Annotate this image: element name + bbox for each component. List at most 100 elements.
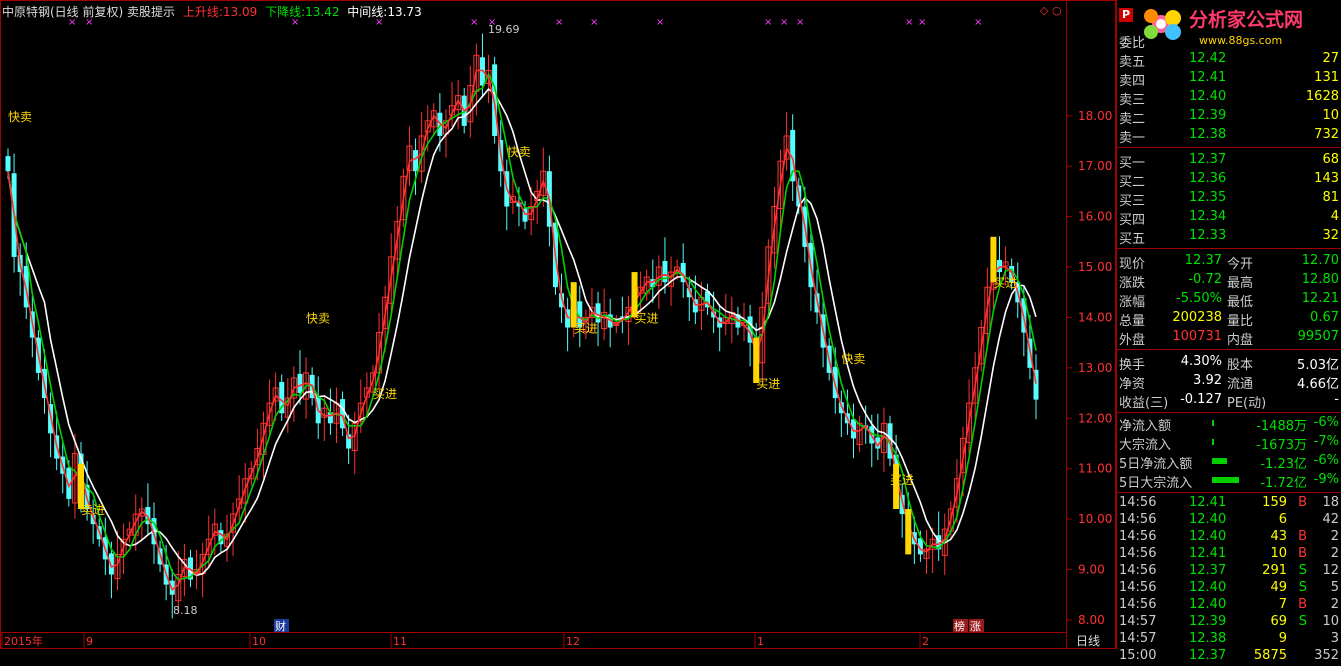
candle-body: [413, 150, 419, 172]
svg-text:分析家公式网: 分析家公式网: [1189, 8, 1303, 31]
flow-bar: [1212, 439, 1214, 445]
signal-label: 快卖: [507, 145, 531, 159]
tick-side: S: [1298, 614, 1307, 629]
quote-label: 外盘: [1119, 333, 1146, 348]
flow-row: 大宗流入 -1673万 -7%: [1117, 433, 1341, 453]
marker-bang: 榜: [954, 619, 965, 633]
ask-price: 12.41: [1189, 70, 1227, 85]
fund-value: 5.03亿: [1297, 358, 1339, 373]
marker-zhang: 涨: [970, 620, 981, 633]
flow-bar: [1212, 420, 1214, 426]
signal-label: 买进: [574, 322, 598, 336]
x-marker: ×: [796, 17, 804, 28]
signal-label: 快卖: [8, 110, 32, 124]
quote-label: 内盘: [1227, 333, 1254, 348]
down-line-label: 下降线:: [265, 5, 306, 19]
tick-count: 10: [1322, 614, 1339, 629]
marker-cai: 财: [275, 619, 286, 633]
ask-label: 卖一: [1119, 131, 1146, 146]
tick-volume: 159: [1262, 495, 1287, 510]
quote-label: 最高: [1227, 276, 1254, 291]
panel-divider: [1117, 147, 1341, 148]
x-marker: ×: [470, 17, 478, 28]
ask-volume: 27: [1322, 51, 1339, 66]
fund-label: 收益(三): [1119, 396, 1169, 411]
quote-label: 现价: [1119, 257, 1146, 272]
x-marker: ×: [780, 17, 788, 28]
panel-divider: [1117, 248, 1341, 249]
x-marker: ×: [656, 17, 664, 28]
tick-count: 12: [1322, 563, 1339, 578]
flow-bar: [1212, 458, 1227, 464]
bid-row: 买三 12.35 81: [1117, 189, 1341, 209]
tick-price: 12.40: [1189, 597, 1227, 612]
fund-value: -0.127: [1180, 392, 1222, 407]
candle-body: [297, 373, 303, 394]
ask-price: 12.42: [1189, 51, 1227, 66]
quote-value: 12.37: [1184, 253, 1222, 268]
weibi-row: 委比: [1117, 31, 1341, 51]
tick-volume: 10: [1270, 546, 1287, 561]
quote-row: 外盘 100731 内盘 99507: [1117, 328, 1341, 348]
bid-label: 买三: [1119, 194, 1146, 209]
x-marker: ×: [555, 17, 563, 28]
bid-price: 12.35: [1189, 190, 1227, 205]
signal-label: 快卖: [841, 352, 865, 366]
flow-percent: -6%: [1313, 415, 1339, 430]
flow-label: 5日大宗流入: [1119, 476, 1193, 491]
tick-volume: 49: [1270, 580, 1287, 595]
bid-label: 买五: [1119, 232, 1146, 247]
quote-value: 12.21: [1301, 291, 1339, 306]
circle-icon: ○: [1052, 4, 1062, 17]
y-tick-label: 13.00: [1078, 361, 1112, 375]
tick-side: S: [1298, 580, 1307, 595]
tick-time: 14:56: [1119, 546, 1157, 561]
tick-volume: 291: [1262, 563, 1287, 578]
quote-value: 12.80: [1301, 272, 1339, 287]
bid-label: 买一: [1119, 156, 1146, 171]
flow-percent: -9%: [1313, 472, 1339, 487]
tick-count: 352: [1314, 648, 1339, 663]
tick-side: S: [1298, 563, 1307, 578]
flow-row: 5日大宗流入 -1.72亿 -9%: [1117, 471, 1341, 491]
kline-chart[interactable]: 18.0017.0016.0015.0014.0013.0012.0011.00…: [0, 0, 1116, 649]
tick-volume: 69: [1270, 614, 1287, 629]
quote-row: 涨跌 -0.72 最高 12.80: [1117, 271, 1341, 291]
tick-price: 12.40: [1189, 580, 1227, 595]
y-tick-label: 17.00: [1078, 159, 1112, 173]
quote-value: -0.72: [1188, 272, 1222, 287]
fund-row: 换手 4.30% 股本 5.03亿: [1117, 353, 1341, 373]
signal-label: 买进: [993, 276, 1017, 290]
p-badge[interactable]: P: [1119, 8, 1133, 22]
panel-divider: [1117, 412, 1341, 413]
candle-body: [5, 156, 11, 172]
tick-side: B: [1298, 529, 1307, 544]
y-tick-label: 16.00: [1078, 210, 1112, 224]
fund-label: 换手: [1119, 358, 1146, 373]
flow-value: -1.72亿: [1260, 476, 1307, 491]
signal-bar: [905, 509, 912, 555]
quote-value: 99507: [1297, 329, 1339, 344]
tick-time: 14:56: [1119, 597, 1157, 612]
quote-label: 最低: [1227, 295, 1254, 310]
bid-price: 12.37: [1189, 152, 1227, 167]
quote-label: 涨幅: [1119, 295, 1146, 310]
fund-label: 股本: [1227, 358, 1254, 373]
y-tick-label: 11.00: [1078, 462, 1112, 476]
x-tick-label: 11: [393, 635, 407, 648]
ask-row: 卖三 12.40 1628: [1117, 88, 1341, 108]
tick-price: 12.41: [1189, 546, 1227, 561]
chart-title: 中原特钢(日线 前复权) 卖股提示: [2, 5, 175, 19]
y-tick-label: 12.00: [1078, 411, 1112, 425]
signal-label: 买进: [373, 387, 397, 401]
flow-row: 5日净流入额 -1.23亿 -6%: [1117, 452, 1341, 472]
ask-label: 卖二: [1119, 112, 1146, 127]
chart-frame: [0, 0, 1116, 649]
ask-row: 卖五 12.42 27: [1117, 50, 1341, 70]
ask-label: 卖四: [1119, 74, 1146, 89]
quote-label: 总量: [1119, 314, 1146, 329]
mid-line-label: 中间线:: [347, 5, 388, 19]
diamond-icon: ◇: [1040, 4, 1049, 17]
quote-value: -5.50%: [1176, 291, 1222, 306]
quote-row: 现价 12.37 今开 12.70: [1117, 252, 1341, 272]
